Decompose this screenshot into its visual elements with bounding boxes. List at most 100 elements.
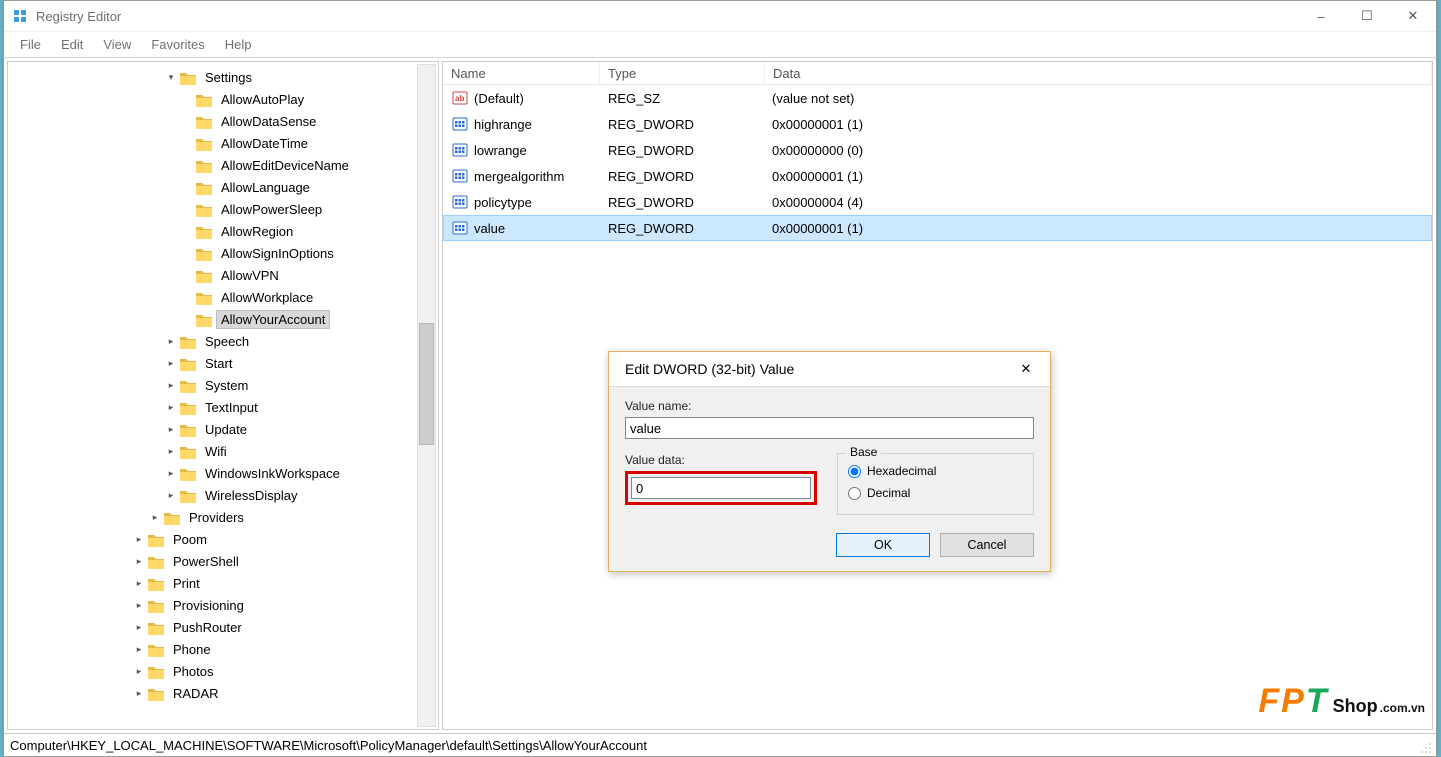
tree-pane[interactable]: ▾Settings▸AllowAutoPlay▸AllowDataSense▸A… — [7, 61, 439, 730]
value-data: 0x00000004 (4) — [764, 195, 1431, 210]
chevron-right-icon[interactable]: ▸ — [132, 578, 146, 589]
tree-item[interactable]: ▸AllowPowerSleep — [8, 198, 438, 220]
value-type: REG_DWORD — [600, 117, 764, 132]
chevron-right-icon[interactable]: ▸ — [164, 446, 178, 457]
tree-item[interactable]: ▸AllowYourAccount — [8, 308, 438, 330]
radio-hex-input[interactable] — [848, 465, 861, 478]
watermark-logo: F P T Shop .com.vn — [1258, 682, 1425, 721]
tree-scroll-thumb[interactable] — [419, 323, 434, 445]
reg-dword-icon — [452, 220, 468, 236]
menu-view[interactable]: View — [93, 34, 141, 55]
tree-item[interactable]: ▸Print — [8, 572, 438, 594]
tree-item[interactable]: ▾ Settings — [8, 66, 438, 88]
maximize-button[interactable]: ☐ — [1344, 1, 1390, 31]
folder-icon — [180, 467, 196, 481]
chevron-right-icon[interactable]: ▸ — [164, 402, 178, 413]
column-type[interactable]: Type — [600, 62, 765, 84]
tree-item[interactable]: ▸ WirelessDisplay — [8, 484, 438, 506]
tree-item[interactable]: ▸AllowRegion — [8, 220, 438, 242]
tree-item[interactable]: ▸AllowLanguage — [8, 176, 438, 198]
chevron-right-icon[interactable]: ▸ — [164, 336, 178, 347]
folder-icon — [196, 115, 212, 129]
menu-file[interactable]: File — [10, 34, 51, 55]
dialog-titlebar[interactable]: Edit DWORD (32-bit) Value ✕ — [609, 352, 1050, 386]
value-name: lowrange — [474, 143, 527, 158]
chevron-right-icon[interactable]: ▸ — [132, 556, 146, 567]
tree-item[interactable]: ▸ WindowsInkWorkspace — [8, 462, 438, 484]
radio-hex[interactable]: Hexadecimal — [848, 460, 1023, 482]
chevron-right-icon[interactable]: ▸ — [132, 644, 146, 655]
tree-item[interactable]: ▸AllowEditDeviceName — [8, 154, 438, 176]
reg-string-icon — [452, 90, 468, 106]
columns-header[interactable]: Name Type Data — [443, 62, 1432, 85]
close-button[interactable]: ✕ — [1390, 1, 1436, 31]
tree-item[interactable]: ▸RADAR — [8, 682, 438, 704]
column-data[interactable]: Data — [765, 62, 1432, 84]
chevron-right-icon[interactable]: ▸ — [132, 534, 146, 545]
ok-button[interactable]: OK — [836, 533, 930, 557]
value-row[interactable]: valueREG_DWORD0x00000001 (1) — [443, 215, 1432, 241]
tree-item[interactable]: ▸ Poom — [8, 528, 438, 550]
value-row[interactable]: (Default)REG_SZ(value not set) — [443, 85, 1432, 111]
tree-item[interactable]: ▸System — [8, 374, 438, 396]
dialog-close-button[interactable]: ✕ — [1012, 355, 1040, 383]
tree-item-label: Settings — [200, 68, 257, 87]
tree-item[interactable]: ▸AllowVPN — [8, 264, 438, 286]
cancel-button[interactable]: Cancel — [940, 533, 1034, 557]
menu-help[interactable]: Help — [215, 34, 262, 55]
minimize-button[interactable]: – — [1298, 1, 1344, 31]
tree-item[interactable]: ▸Provisioning — [8, 594, 438, 616]
titlebar[interactable]: Registry Editor – ☐ ✕ — [4, 1, 1436, 32]
tree-item[interactable]: ▸AllowDateTime — [8, 132, 438, 154]
radio-dec[interactable]: Decimal — [848, 482, 1023, 504]
tree-item[interactable]: ▸AllowAutoPlay — [8, 88, 438, 110]
chevron-right-icon[interactable]: ▸ — [132, 622, 146, 633]
tree-item[interactable]: ▸Update — [8, 418, 438, 440]
menu-edit[interactable]: Edit — [51, 34, 93, 55]
tree-item[interactable]: ▸AllowDataSense — [8, 110, 438, 132]
tree-item-label: WindowsInkWorkspace — [200, 464, 345, 483]
tree-item[interactable]: ▸PushRouter — [8, 616, 438, 638]
tree-item[interactable]: ▸PowerShell — [8, 550, 438, 572]
chevron-right-icon[interactable]: ▸ — [164, 358, 178, 369]
folder-icon — [180, 489, 196, 503]
chevron-down-icon[interactable]: ▾ — [164, 72, 178, 83]
radio-dec-input[interactable] — [848, 487, 861, 500]
tree-item-label: WirelessDisplay — [200, 486, 302, 505]
chevron-right-icon[interactable]: ▸ — [132, 666, 146, 677]
chevron-right-icon[interactable]: ▸ — [164, 380, 178, 391]
folder-icon — [196, 203, 212, 217]
tree-item-label: Poom — [168, 530, 212, 549]
tree-item[interactable]: ▸AllowSignInOptions — [8, 242, 438, 264]
tree-item[interactable]: ▸Start — [8, 352, 438, 374]
value-name-input[interactable] — [625, 417, 1034, 439]
tree-item[interactable]: ▸Speech — [8, 330, 438, 352]
tree-item[interactable]: ▸Photos — [8, 660, 438, 682]
tree-item[interactable]: ▸Providers — [8, 506, 438, 528]
value-row[interactable]: lowrangeREG_DWORD0x00000000 (0) — [443, 137, 1432, 163]
folder-icon — [196, 159, 212, 173]
value-row[interactable]: highrangeREG_DWORD0x00000001 (1) — [443, 111, 1432, 137]
statusbar: Computer\HKEY_LOCAL_MACHINE\SOFTWARE\Mic… — [4, 733, 1436, 756]
chevron-right-icon[interactable]: ▸ — [132, 688, 146, 699]
value-data-input[interactable] — [631, 477, 811, 499]
chevron-right-icon[interactable]: ▸ — [132, 600, 146, 611]
tree-item[interactable]: ▸Wifi — [8, 440, 438, 462]
value-row[interactable]: mergealgorithmREG_DWORD0x00000001 (1) — [443, 163, 1432, 189]
value-row[interactable]: policytypeREG_DWORD0x00000004 (4) — [443, 189, 1432, 215]
menu-favorites[interactable]: Favorites — [141, 34, 214, 55]
chevron-right-icon[interactable]: ▸ — [164, 424, 178, 435]
tree-item[interactable]: ▸Phone — [8, 638, 438, 660]
chevron-right-icon[interactable]: ▸ — [148, 512, 162, 523]
tree-scrollbar[interactable] — [417, 64, 436, 727]
chevron-right-icon[interactable]: ▸ — [164, 490, 178, 501]
chevron-right-icon[interactable]: ▸ — [164, 468, 178, 479]
tree-item-label: AllowDataSense — [216, 112, 321, 131]
edit-dword-dialog[interactable]: Edit DWORD (32-bit) Value ✕ Value name: … — [608, 351, 1051, 572]
base-legend: Base — [846, 445, 881, 459]
tree-item[interactable]: ▸ TextInput — [8, 396, 438, 418]
column-name[interactable]: Name — [443, 62, 600, 84]
tree-item[interactable]: ▸AllowWorkplace — [8, 286, 438, 308]
resize-grip[interactable] — [1418, 740, 1434, 756]
tree-item-label: TextInput — [200, 398, 263, 417]
